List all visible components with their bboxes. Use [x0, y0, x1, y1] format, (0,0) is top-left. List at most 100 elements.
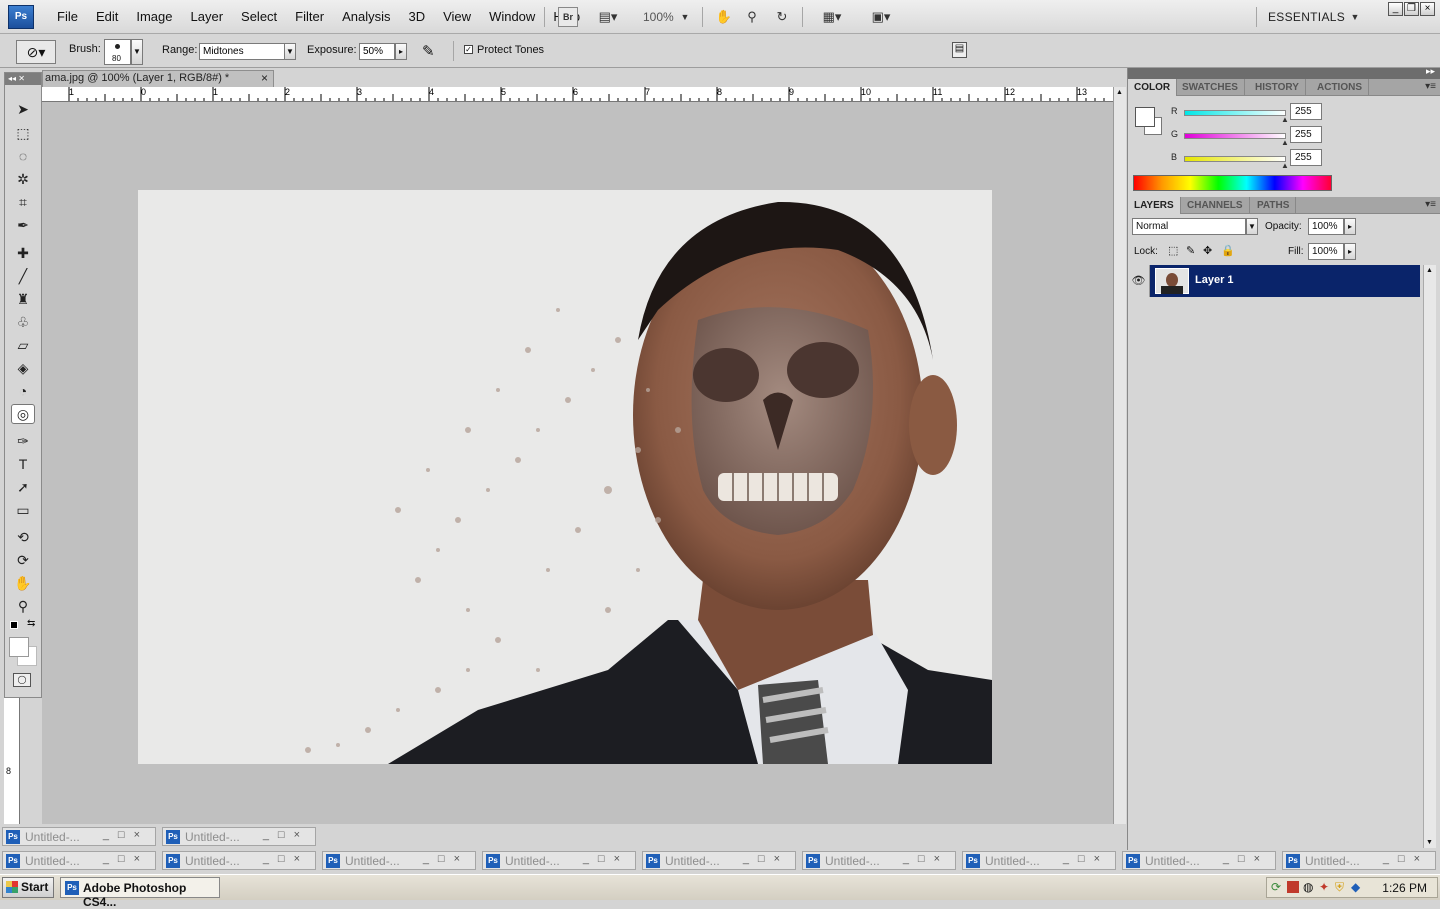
window-buttons[interactable]: _□×: [263, 853, 309, 865]
tab-channels[interactable]: CHANNELS: [1181, 197, 1250, 214]
menu-edit[interactable]: Edit: [87, 9, 127, 24]
view-extras-icon[interactable]: ▤▾: [592, 7, 624, 27]
start-button[interactable]: Start: [2, 877, 54, 898]
minimized-document[interactable]: Ps Untitled-... _□×: [162, 851, 316, 870]
bridge-tray-icon[interactable]: [1287, 881, 1299, 893]
clone-stamp-icon[interactable]: ♜: [11, 289, 35, 309]
minimized-document[interactable]: Ps Untitled-... _□×: [1282, 851, 1436, 870]
tab-actions[interactable]: ACTIONS: [1311, 79, 1369, 96]
window-buttons[interactable]: _□×: [423, 853, 469, 865]
arrange-documents-icon[interactable]: ▦▾: [815, 7, 849, 27]
3d-rotate-icon[interactable]: ⟲: [11, 527, 35, 547]
blur-tool-icon[interactable]: ◔: [11, 381, 35, 401]
minimized-document[interactable]: Ps Untitled-... _□×: [802, 851, 956, 870]
type-tool-icon[interactable]: T: [11, 454, 35, 474]
minimized-document[interactable]: Ps Untitled-... _□×: [1122, 851, 1276, 870]
tab-history[interactable]: HISTORY: [1249, 79, 1306, 96]
panel-dock-header[interactable]: ▸▸: [1128, 66, 1440, 79]
scroll-up-icon[interactable]: ▲: [1116, 89, 1123, 96]
fill-input[interactable]: 100%: [1308, 243, 1344, 260]
antivirus-icon[interactable]: ✦: [1319, 880, 1329, 894]
zoom-tool-icon[interactable]: ⚲: [11, 596, 35, 616]
fill-slider-arrow-icon[interactable]: ▸: [1344, 243, 1356, 260]
minimized-document[interactable]: Ps Untitled-... _□×: [322, 851, 476, 870]
blue-value-input[interactable]: 255: [1290, 149, 1322, 166]
slider-thumb-icon[interactable]: ▲: [1281, 138, 1289, 147]
menu-filter[interactable]: Filter: [286, 9, 333, 24]
collapse-panels-icon[interactable]: ▸▸: [1426, 66, 1435, 77]
toolbox-header[interactable]: ◂◂ ✕: [5, 73, 41, 85]
minimized-document[interactable]: Ps Untitled-... _□×: [162, 827, 316, 846]
magic-wand-icon[interactable]: ✲: [11, 169, 35, 189]
3d-orbit-icon[interactable]: ⟳: [11, 550, 35, 570]
menu-image[interactable]: Image: [127, 9, 181, 24]
brush-dropdown-icon[interactable]: ▼: [131, 39, 143, 65]
lock-position-icon[interactable]: ✥: [1203, 244, 1212, 257]
paint-bucket-icon[interactable]: ◈: [11, 358, 35, 378]
update-icon[interactable]: ◍: [1303, 880, 1313, 894]
lasso-tool-icon[interactable]: ◌: [11, 146, 35, 166]
blue-slider-track[interactable]: [1184, 156, 1286, 162]
tool-panel-toggle-icon[interactable]: ▤: [952, 42, 967, 58]
horizontal-ruler[interactable]: 1 0 1 2 3 4 5 6 7 8 9 10 11 12 13: [42, 87, 1113, 102]
red-value-input[interactable]: 255: [1290, 103, 1322, 120]
eyedropper-icon[interactable]: ✒: [11, 215, 35, 235]
blend-mode-dropdown-icon[interactable]: ▼: [1246, 218, 1258, 235]
slider-thumb-icon[interactable]: ▲: [1281, 161, 1289, 170]
scroll-up-icon[interactable]: ▲: [1426, 267, 1433, 274]
canvas-scrollbar[interactable]: ▲ ▼: [1113, 87, 1126, 850]
menu-select[interactable]: Select: [232, 9, 286, 24]
exposure-input[interactable]: 50%: [359, 43, 395, 60]
window-buttons[interactable]: _□×: [263, 829, 309, 841]
document-tab[interactable]: ama.jpg @ 100% (Layer 1, RGB/8#) * ×: [42, 70, 274, 87]
minimized-document[interactable]: Ps Untitled-... _□×: [482, 851, 636, 870]
layer-row[interactable]: 👁 Layer 1: [1128, 265, 1420, 297]
menu-layer[interactable]: Layer: [182, 9, 233, 24]
default-colors-icon[interactable]: [10, 621, 18, 629]
opacity-slider-arrow-icon[interactable]: ▸: [1344, 218, 1356, 235]
menu-3d[interactable]: 3D: [399, 9, 434, 24]
protect-tones-checkbox[interactable]: ✓: [464, 45, 473, 54]
window-buttons[interactable]: _□×: [743, 853, 789, 865]
lock-all-icon[interactable]: 🔒: [1221, 244, 1235, 257]
window-buttons[interactable]: _□×: [103, 829, 149, 841]
move-tool-icon[interactable]: ➤: [11, 99, 35, 119]
color-spectrum-bar[interactable]: [1133, 175, 1332, 191]
red-slider-track[interactable]: [1184, 110, 1286, 116]
tab-paths[interactable]: PATHS: [1251, 197, 1297, 214]
window-buttons[interactable]: _□×: [103, 853, 149, 865]
taskbar-app-button[interactable]: Ps Adobe Photoshop CS4...: [60, 877, 220, 909]
history-brush-icon[interactable]: ♧: [11, 312, 35, 332]
exposure-slider-arrow-icon[interactable]: ▸: [395, 43, 407, 60]
tool-preset-picker[interactable]: ⊘▾: [16, 40, 56, 64]
tab-layers[interactable]: LAYERS: [1128, 197, 1181, 214]
restore-icon[interactable]: ❐: [1404, 2, 1419, 16]
workspace-dropdown-icon[interactable]: ▼: [1350, 7, 1360, 27]
close-icon[interactable]: ×: [1420, 2, 1435, 16]
hand-tool-icon[interactable]: ✋: [714, 7, 734, 27]
range-select[interactable]: Midtones: [199, 43, 285, 60]
minimized-document[interactable]: Ps Untitled-... _□×: [2, 851, 156, 870]
panel-menu-icon[interactable]: ▾≡: [1425, 199, 1436, 210]
window-buttons[interactable]: _□×: [1063, 853, 1109, 865]
photoshop-logo[interactable]: Ps: [8, 5, 34, 29]
range-dropdown-icon[interactable]: ▼: [284, 43, 296, 60]
network-icon[interactable]: ⟳: [1271, 880, 1281, 894]
minimized-document[interactable]: Ps Untitled-... _□×: [2, 827, 156, 846]
window-buttons[interactable]: _□×: [903, 853, 949, 865]
tab-swatches[interactable]: SWATCHES: [1176, 79, 1245, 96]
hand-tool-icon[interactable]: ✋: [11, 573, 35, 593]
opacity-input[interactable]: 100%: [1308, 218, 1344, 235]
menu-window[interactable]: Window: [480, 9, 544, 24]
healing-brush-icon[interactable]: ✚: [11, 243, 35, 263]
brush-tool-icon[interactable]: ╱: [11, 266, 35, 286]
menu-file[interactable]: File: [48, 9, 87, 24]
rectangle-tool-icon[interactable]: ▭: [11, 500, 35, 520]
workspace-switcher[interactable]: ESSENTIALS: [1268, 10, 1345, 24]
green-value-input[interactable]: 255: [1290, 126, 1322, 143]
tab-color[interactable]: COLOR: [1128, 79, 1178, 96]
crop-tool-icon[interactable]: ⌗: [11, 192, 35, 212]
minimized-document[interactable]: Ps Untitled-... _□×: [962, 851, 1116, 870]
swap-colors-icon[interactable]: ⇆: [27, 618, 35, 629]
window-buttons[interactable]: _□×: [1223, 853, 1269, 865]
